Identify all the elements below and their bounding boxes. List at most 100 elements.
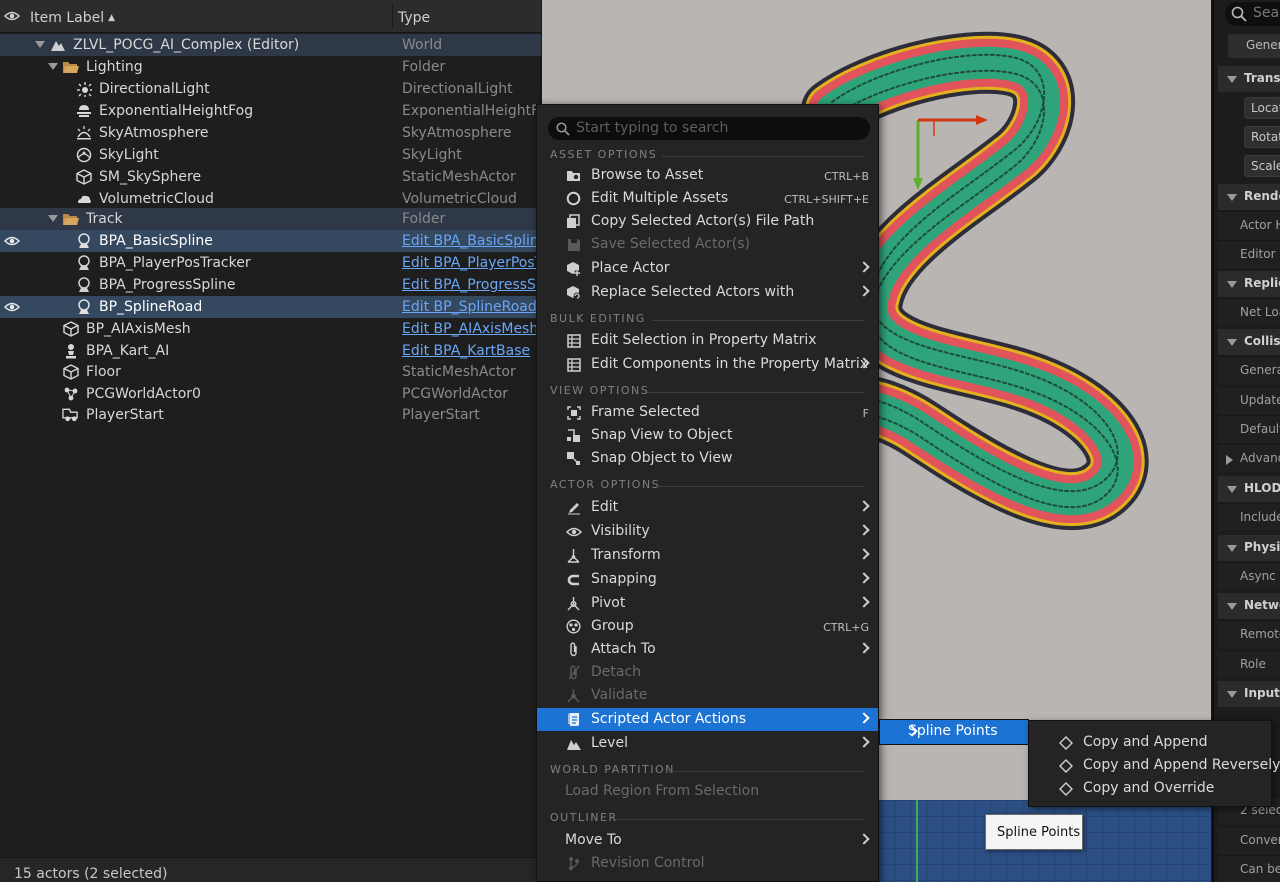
menu-attach-to[interactable]: Attach To	[537, 638, 878, 661]
blueprint-actor-icon	[75, 255, 92, 271]
row-type-edit-link[interactable]: Edit BPA_BasicSpline	[402, 233, 539, 249]
menu-move-to[interactable]: Move To	[537, 829, 878, 852]
detach-icon	[565, 664, 582, 681]
tree-row-actor[interactable]: BP_AIAxisMesh Edit BP_AIAxisMesh	[0, 318, 541, 340]
column-item-label[interactable]: Item Label ▲	[30, 10, 115, 26]
visibility-eye-icon[interactable]	[4, 234, 20, 248]
menu-copy-and-append-reversely[interactable]: Copy and Append Reversely	[1029, 754, 1280, 777]
menu-visibility[interactable]: Visibility	[537, 520, 878, 543]
tree-row-actor[interactable]: BPA_Kart_AI Edit BPA_KartBase	[0, 340, 541, 362]
section-physics[interactable]: Physics	[1218, 535, 1280, 561]
tree-row-folder-lighting[interactable]: Lighting Folder	[0, 56, 541, 78]
tree-row-actor[interactable]: SkyAtmosphere SkyAtmosphere	[0, 122, 541, 144]
menu-validate[interactable]: Validate	[537, 684, 878, 707]
column-type[interactable]: Type	[398, 10, 430, 26]
prop-role: Role	[1218, 650, 1280, 678]
menu-edit-selection-property-matrix[interactable]: Edit Selection in Property Matrix	[537, 329, 878, 352]
visibility-eye-icon[interactable]	[4, 9, 20, 23]
location-dropdown[interactable]: Location	[1244, 97, 1280, 119]
menu-pivot[interactable]: Pivot	[537, 592, 878, 615]
menu-edit[interactable]: Edit	[537, 496, 878, 519]
menu-save-selected-actors[interactable]: Save Selected Actor(s)	[537, 233, 878, 256]
row-type-edit-link[interactable]: Edit BPA_KartBase	[402, 343, 539, 359]
tab-general[interactable]: General	[1228, 34, 1280, 58]
tree-row-actor[interactable]: SM_SkySphere StaticMeshActor	[0, 166, 541, 188]
menu-detach[interactable]: Detach	[537, 661, 878, 684]
static-mesh-icon	[62, 321, 79, 337]
row-type-edit-link[interactable]: Edit BPA_PlayerPosTracker	[402, 255, 539, 271]
tree-row-actor[interactable]: PCGWorldActor0 PCGWorldActor	[0, 383, 541, 405]
row-label: PCGWorldActor0	[86, 386, 201, 402]
menu-transform[interactable]: Transform	[537, 544, 878, 567]
prop-can-be: Can be	[1218, 855, 1280, 882]
scale-dropdown[interactable]: Scale	[1244, 155, 1280, 177]
expand-right-icon[interactable]	[1226, 455, 1233, 465]
menu-divider	[657, 486, 864, 487]
section-collision[interactable]: Collision	[1218, 329, 1280, 355]
menu-revision-control[interactable]: Revision Control	[537, 852, 878, 875]
section-input[interactable]: Input	[1218, 681, 1280, 707]
row-type: SkyAtmosphere	[402, 125, 512, 141]
tree-row-actor[interactable]: Floor StaticMeshActor	[0, 361, 541, 383]
menu-search[interactable]	[548, 117, 870, 140]
row-label: BPA_PlayerPosTracker	[99, 255, 251, 271]
menu-edit-multiple-assets[interactable]: Edit Multiple Assets CTRL+SHIFT+E	[537, 187, 878, 210]
tree-row-actor[interactable]: SkyLight SkyLight	[0, 144, 541, 166]
row-label: BPA_Kart_AI	[86, 343, 170, 359]
tree-row-actor[interactable]: PlayerStart PlayerStart	[0, 404, 541, 426]
menu-frame-selected[interactable]: Frame Selected F	[537, 401, 878, 424]
section-networking[interactable]: Networking	[1218, 593, 1280, 619]
menu-search-input[interactable]	[576, 119, 856, 137]
pcg-icon	[62, 386, 79, 402]
section-replication[interactable]: Replication	[1218, 271, 1280, 297]
menu-spline-points[interactable]: Spline Points	[880, 720, 1028, 744]
menu-copy-and-override[interactable]: Copy and Override	[1029, 777, 1271, 800]
details-search[interactable]: Search	[1225, 2, 1280, 26]
prop-editor-billboard: Editor Billboard	[1218, 240, 1280, 268]
tree-row-actor[interactable]: BPA_ProgressSpline Edit BPA_ProgressSpli…	[0, 274, 541, 296]
menu-browse-to-asset[interactable]: Browse to Asset CTRL+B	[537, 164, 878, 187]
menu-replace-selected-actors[interactable]: Replace Selected Actors with	[537, 281, 878, 304]
menu-snap-view-to-object[interactable]: Snap View to Object	[537, 424, 878, 447]
menu-snapping[interactable]: Snapping	[537, 568, 878, 591]
section-rendering[interactable]: Rendering	[1218, 184, 1280, 210]
sky-atmosphere-icon	[75, 125, 92, 141]
section-transform[interactable]: Transform	[1218, 66, 1280, 92]
menu-level[interactable]: Level	[537, 732, 878, 755]
menu-heading-view: VIEW OPTIONS	[550, 384, 650, 397]
tree-row-actor[interactable]: VolumetricCloud VolumetricCloud	[0, 188, 541, 210]
section-hlod[interactable]: HLOD	[1218, 476, 1280, 502]
player-start-icon	[62, 407, 79, 423]
visibility-eye-icon[interactable]	[4, 300, 20, 314]
tree-row-folder-track[interactable]: Track Folder	[0, 208, 541, 230]
row-label: ExponentialHeightFog	[99, 103, 254, 119]
tree-row-actor-selected[interactable]: BPA_BasicSpline Edit BPA_BasicSpline	[0, 230, 541, 252]
expand-arrow-icon[interactable]	[48, 63, 58, 70]
tree-row-actor[interactable]: ExponentialHeightFog ExponentialHeightFo…	[0, 100, 541, 122]
validate-icon	[565, 687, 582, 704]
menu-edit-components-property-matrix[interactable]: Edit Components in the Property Matrix	[537, 353, 878, 376]
expand-arrow-icon[interactable]	[48, 215, 58, 222]
tree-row-world[interactable]: ZLVL_POCG_AI_Complex (Editor) World	[0, 34, 541, 56]
column-divider[interactable]	[392, 4, 393, 29]
tree-row-actor[interactable]: BPA_PlayerPosTracker Edit BPA_PlayerPosT…	[0, 252, 541, 274]
rotation-dropdown[interactable]: Rotation	[1244, 126, 1280, 148]
row-type-edit-link[interactable]: Edit BP_SplineRoad	[402, 299, 539, 315]
expand-arrow-icon[interactable]	[35, 41, 45, 48]
menu-heading-asset: ASSET OPTIONS	[550, 148, 658, 161]
menu-load-region-from-selection[interactable]: Load Region From Selection	[537, 780, 878, 803]
tree-row-actor-selected[interactable]: BP_SplineRoad Edit BP_SplineRoad	[0, 296, 541, 318]
menu-group[interactable]: Group CTRL+G	[537, 615, 878, 638]
menu-place-actor[interactable]: Place Actor	[537, 257, 878, 280]
replace-actor-icon	[565, 284, 582, 301]
tree-row-actor[interactable]: DirectionalLight DirectionalLight	[0, 78, 541, 100]
row-type-edit-link[interactable]: Edit BP_AIAxisMesh	[402, 321, 539, 337]
prop-async-physics: Async Physics	[1218, 562, 1280, 590]
menu-copy-and-append[interactable]: Copy and Append	[1029, 731, 1271, 754]
menu-snap-object-to-view[interactable]: Snap Object to View	[537, 447, 878, 470]
menu-copy-file-path[interactable]: Copy Selected Actor(s) File Path	[537, 210, 878, 233]
row-type-edit-link[interactable]: Edit BPA_ProgressSpline	[402, 277, 539, 293]
outliner-status-bar: 15 actors (2 selected)	[0, 857, 541, 882]
menu-scripted-actor-actions[interactable]: Scripted Actor Actions	[537, 708, 878, 731]
submenu-arrow-icon	[858, 548, 870, 560]
